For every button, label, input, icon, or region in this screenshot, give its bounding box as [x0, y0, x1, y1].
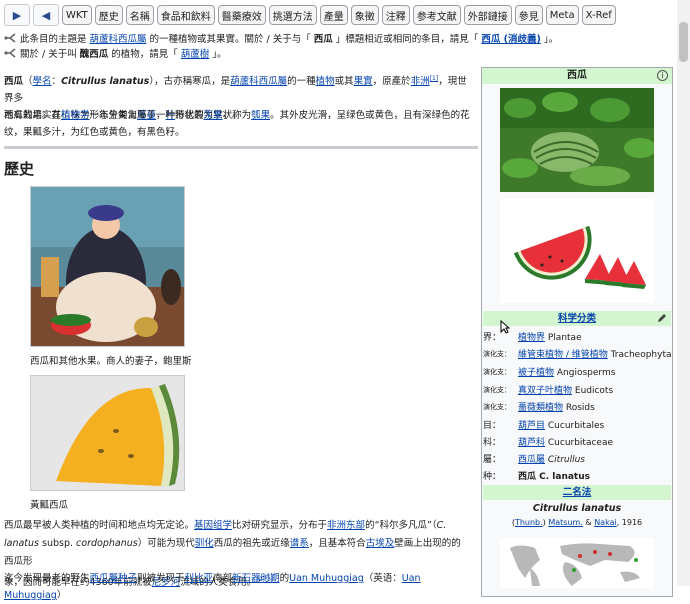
- binomial-authority: (Thunb.) Matsum. & Nakai, 1916: [511, 518, 643, 527]
- link-citrullus[interactable]: 西瓜屬: [518, 455, 545, 465]
- link-rosids[interactable]: 薔薇類植物: [518, 403, 563, 413]
- taxon-row-clade-rosids: 演化支： 薔薇類植物 Rosids: [483, 402, 595, 414]
- yellow-watermelon-image[interactable]: [30, 375, 185, 491]
- binomial-header: 二名法: [483, 485, 671, 500]
- link-plant[interactable]: 植物: [316, 76, 335, 87]
- link-cucurbitaceae-citrullus[interactable]: 葫蘆科西瓜屬: [90, 31, 147, 45]
- link-botany[interactable]: 植物学: [61, 110, 90, 121]
- taxon-row-clade-eudicots: 演化支： 真双子叶植物 Eudicots: [483, 385, 614, 397]
- link-uan-muhuggiag[interactable]: Uan Muhuggiag: [289, 573, 364, 584]
- link-domestication[interactable]: 驯化: [195, 538, 214, 549]
- link-africa[interactable]: 非洲: [411, 76, 430, 87]
- link-gourd-tree[interactable]: 葫蘆樹: [181, 46, 210, 60]
- section-divider: [4, 146, 478, 149]
- watermelon-field-image[interactable]: [500, 88, 654, 192]
- tab-see-also[interactable]: 參見: [514, 5, 543, 25]
- history-paragraph-2: 迄今发现最老的野生西瓜屬种子则被发现于利比亚南部新石器时期的Uan Muhugg…: [4, 573, 421, 601]
- taxon-row-genus: 屬： 西瓜屬 Citrullus: [483, 455, 585, 465]
- info-icon[interactable]: i: [657, 70, 668, 81]
- tab-symbolism[interactable]: 象徵: [350, 5, 379, 25]
- watermelon-slices-image[interactable]: [500, 199, 654, 303]
- infobox-title: 西瓜: [482, 68, 672, 84]
- caption-yellow-watermelon: 黃瓤西瓜: [30, 500, 69, 511]
- taxon-row-order: 目： 葫芦目 Cucurbitales: [483, 421, 605, 431]
- taxon-row-clade-tracheophyta: 演化支： 維管束植物 / 维管植物 Tracheophyta: [483, 349, 672, 361]
- binomial-name: Citrullus lanatus: [532, 503, 622, 514]
- tab-selection[interactable]: 挑選方法: [268, 5, 317, 25]
- tab-xref[interactable]: X-Ref: [581, 5, 616, 25]
- taxonomy-header: 科学分类: [483, 311, 671, 326]
- forward-button[interactable]: ▶: [4, 4, 30, 26]
- taxon-row-family: 科： 葫芦科 Cucurbitaceae: [483, 438, 614, 448]
- link-scientific-name[interactable]: 學名: [33, 76, 52, 87]
- link-scientific-classification[interactable]: 科学分类: [558, 313, 596, 324]
- link-fruit[interactable]: 果實: [354, 76, 373, 87]
- citation-1[interactable]: [1]: [430, 75, 439, 82]
- link-libya[interactable]: 利比亚: [185, 573, 214, 584]
- link-pepo[interactable]: 瓠果: [251, 110, 270, 121]
- play-forward-icon: ▶: [12, 8, 22, 22]
- vertical-scrollbar[interactable]: [677, 0, 690, 586]
- link-binomial-nomenclature[interactable]: 二名法: [563, 487, 592, 498]
- tab-food-drink[interactable]: 食品和飲料: [156, 5, 215, 25]
- top-toolbar: ▶ ◀ WKT 歷史 名稱 食品和飲料 醫藥療效 挑選方法 產量 象徵 注釋 参…: [4, 3, 616, 27]
- link-ancient-egypt[interactable]: 古埃及: [366, 538, 395, 549]
- link-cucurbitaceae-family[interactable]: 葫芦科: [518, 438, 545, 448]
- back-button[interactable]: ◀: [33, 4, 59, 26]
- link-citrullus-seeds[interactable]: 西瓜屬种子: [90, 573, 138, 584]
- tab-notes[interactable]: 注釋: [381, 5, 410, 25]
- disambiguation-icon: [4, 33, 17, 43]
- disambiguation-icon: [4, 48, 17, 58]
- link-matsumura[interactable]: Matsum.: [548, 518, 583, 527]
- link-tracheophyta[interactable]: 維管束植物 / 维管植物: [518, 350, 608, 360]
- link-east-africa[interactable]: 非洲东部: [327, 520, 365, 531]
- hatnote-ugly-melon: 關於 / 关于叫 醜西瓜 的植物，請見「 葫蘆樹」。: [4, 46, 227, 60]
- hatnote-disambiguation: 此条目的主題是 葫蘆科西瓜屬 的一種植物或其果實。關於 / 关于与「 西瓜 」標題相近或…: [4, 31, 558, 45]
- distribution-map-image[interactable]: [500, 538, 654, 588]
- tab-wkt[interactable]: WKT: [62, 5, 92, 25]
- caption-painting: 西瓜和其他水果。商人的妻子，鲍里斯: [30, 356, 192, 367]
- link-neolithic[interactable]: 新石器时期: [232, 573, 280, 584]
- tab-names[interactable]: 名稱: [125, 5, 154, 25]
- link-plantae[interactable]: 植物界: [518, 333, 545, 343]
- link-eudicots[interactable]: 真双子叶植物: [518, 386, 572, 396]
- section-heading-history: 歷史: [4, 160, 35, 178]
- intro-paragraph-2: 西瓜的果实在植物学形态分类上屬于一种特化的浆果，称为瓠果。其外皮光滑，呈绿色或黄…: [4, 110, 470, 138]
- link-cucurbitales[interactable]: 葫芦目: [518, 421, 545, 431]
- link-watermelon-disambiguation[interactable]: 西瓜 (消歧義): [481, 34, 541, 45]
- tab-external-links[interactable]: 外部鏈接: [463, 5, 512, 25]
- tab-history[interactable]: 歷史: [94, 5, 123, 25]
- taxon-row-clade-angiosperms: 演化支： 被子植物 Angiosperms: [483, 367, 616, 379]
- taxon-row-species: 种： 西瓜 C. lanatus: [483, 472, 590, 482]
- link-nakai[interactable]: Nakai: [594, 518, 617, 527]
- tab-references[interactable]: 参考文献: [412, 5, 461, 25]
- mouse-cursor-icon: [500, 319, 511, 337]
- link-genomics[interactable]: 基因组学: [194, 520, 232, 531]
- scrollbar-thumb[interactable]: [679, 22, 688, 62]
- link-thunberg[interactable]: Thunb.: [515, 518, 543, 527]
- play-back-icon: ◀: [41, 8, 51, 22]
- taxon-row-kingdom: 界： 植物界 Plantae: [483, 333, 582, 343]
- tab-production[interactable]: 產量: [319, 5, 348, 25]
- painting-merchant-wife-image[interactable]: [30, 186, 185, 347]
- link-berry[interactable]: 浆果: [204, 110, 223, 121]
- tab-medical[interactable]: 醫藥療效: [217, 5, 266, 25]
- link-cucurbitaceae[interactable]: 葫蘆科西瓜屬: [230, 76, 287, 87]
- edit-pencil-icon[interactable]: [657, 313, 667, 326]
- tab-meta[interactable]: Meta: [545, 5, 579, 25]
- link-angiosperms[interactable]: 被子植物: [518, 368, 554, 378]
- link-lineage[interactable]: 谱系: [290, 538, 309, 549]
